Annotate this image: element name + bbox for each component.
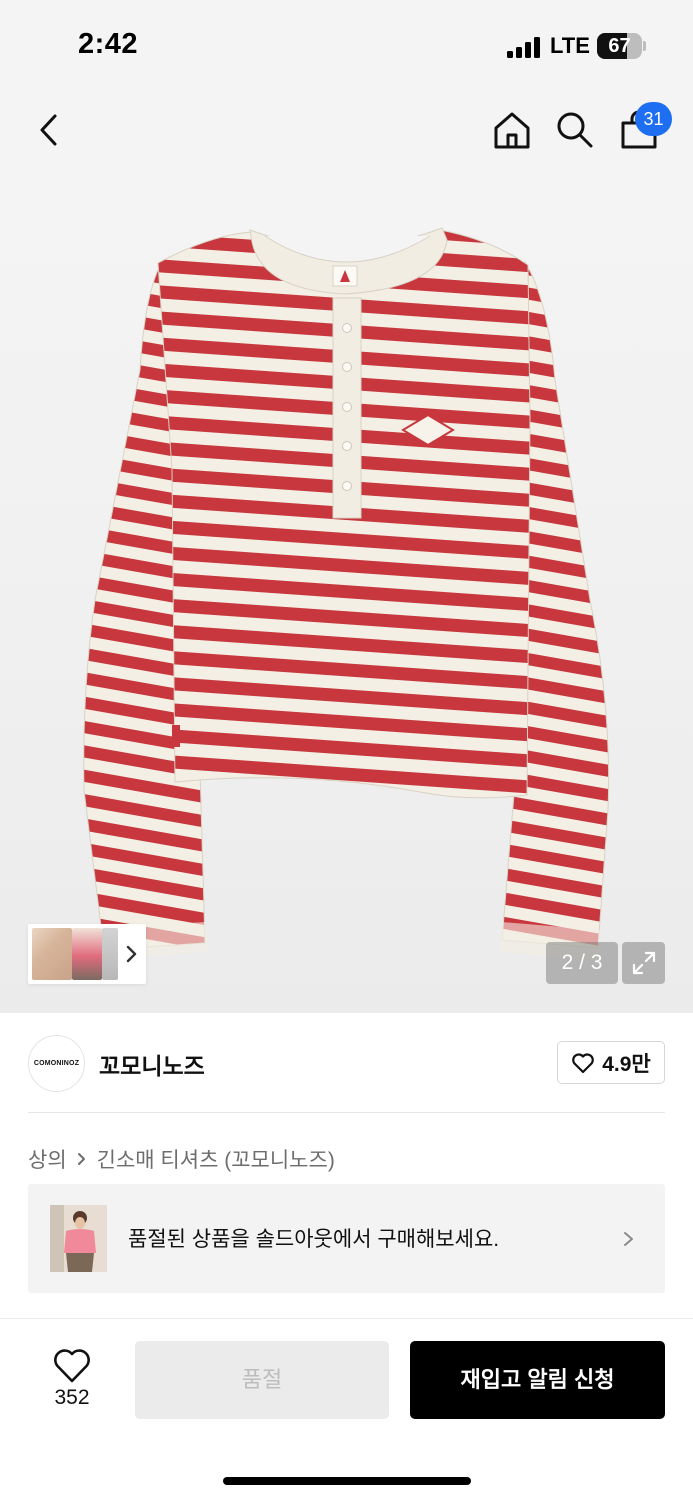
search-icon bbox=[557, 112, 593, 148]
product-image-gallery[interactable]: 2 / 3 bbox=[0, 170, 693, 1013]
top-nav bbox=[0, 90, 693, 170]
chevron-left-icon bbox=[40, 114, 57, 146]
brand-like-count: 4.9만 bbox=[602, 1052, 651, 1076]
search-button[interactable] bbox=[551, 106, 599, 154]
thumbnail-image bbox=[72, 928, 102, 980]
chevron-right-icon bbox=[624, 1232, 633, 1246]
product-image bbox=[83, 227, 610, 960]
home-indicator bbox=[223, 1477, 471, 1485]
brand-logo[interactable]: COMONINOZ bbox=[28, 1035, 85, 1092]
brand-row[interactable]: COMONINOZ 꼬모니노즈 4.9만 bbox=[0, 1013, 693, 1113]
image-counter: 2 / 3 bbox=[546, 942, 618, 984]
divider bbox=[28, 1112, 665, 1113]
battery-icon: 67 bbox=[597, 33, 642, 59]
network-label: LTE bbox=[550, 33, 590, 58]
soldout-banner[interactable]: 품절된 상품을 솔드아웃에서 구매해보세요. bbox=[28, 1184, 665, 1293]
home-button[interactable] bbox=[488, 106, 536, 154]
chevron-right-icon bbox=[77, 1153, 85, 1165]
brand-like-button[interactable]: 4.9만 bbox=[557, 1041, 665, 1084]
thumbnail-image bbox=[102, 928, 118, 980]
brand-name[interactable]: 꼬모니노즈 bbox=[99, 1047, 205, 1081]
breadcrumb: 상의 긴소매 티셔츠 (꼬모니노즈) bbox=[28, 1145, 335, 1173]
battery-percent: 67 bbox=[608, 35, 631, 57]
bottom-action-bar: 352 품절 재입고 알림 신청 bbox=[0, 1318, 693, 1500]
wishlist-count: 352 bbox=[54, 1386, 90, 1409]
brand-logo-text: COMONINOZ bbox=[33, 1060, 80, 1067]
battery-cap bbox=[643, 41, 646, 51]
status-time: 2:42 bbox=[78, 28, 139, 60]
soldout-thumbnail bbox=[50, 1205, 107, 1272]
home-icon bbox=[494, 112, 530, 149]
soldout-banner-text: 품절된 상품을 솔드아웃에서 구매해보세요. bbox=[128, 1228, 500, 1251]
cellular-signal-icon bbox=[507, 36, 543, 58]
status-bar: 2:42 LTE 67 bbox=[0, 0, 693, 90]
restock-alert-button[interactable]: 재입고 알림 신청 bbox=[410, 1341, 665, 1419]
back-button[interactable] bbox=[26, 106, 74, 154]
heart-icon bbox=[54, 1349, 90, 1383]
breadcrumb-subcategory[interactable]: 긴소매 티셔츠 (꼬모니노즈) bbox=[97, 1144, 335, 1174]
heart-icon bbox=[572, 1052, 595, 1073]
fullscreen-button[interactable] bbox=[622, 942, 665, 984]
cart-count-badge: 31 bbox=[635, 102, 672, 136]
breadcrumb-category[interactable]: 상의 bbox=[28, 1144, 67, 1174]
expand-icon bbox=[632, 951, 655, 975]
model-photo-thumbnails[interactable] bbox=[28, 924, 146, 984]
thumbnail-image bbox=[32, 928, 72, 980]
chevron-right-icon bbox=[126, 945, 137, 963]
soldout-button: 품절 bbox=[135, 1341, 389, 1419]
